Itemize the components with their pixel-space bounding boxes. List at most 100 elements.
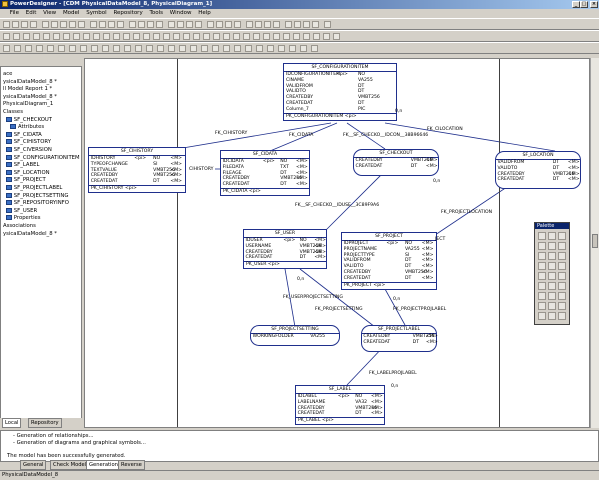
entity-projlabel[interactable]: SF_PROJECTLABEL CREATEDBY VMBT256 <M> CREATE…: [361, 325, 438, 352]
tree-item[interactable]: SF_LABEL: [5, 162, 39, 169]
palette-tool[interactable]: [558, 242, 566, 250]
toolbar-button[interactable]: [195, 21, 202, 28]
toolbar-button[interactable]: [143, 33, 150, 40]
toolbar-button[interactable]: [186, 21, 193, 28]
toolbar-button[interactable]: [264, 21, 271, 28]
palette-tool[interactable]: [538, 272, 546, 280]
tab-reverse[interactable]: Reverse: [118, 460, 145, 470]
menu-window[interactable]: Window: [170, 10, 192, 16]
relationship-label[interactable]: 0,n: [433, 179, 440, 184]
menu-view[interactable]: View: [43, 10, 56, 16]
palette-tool[interactable]: [558, 302, 566, 310]
relationship-label[interactable]: FK_PROJECTPROJLABEL: [393, 307, 446, 312]
tree-item[interactable]: Associations: [3, 223, 36, 230]
entity-hist[interactable]: SF_CIHISTORY IDHISTORY <pi> NO <M> TYPEOFCHAN…: [88, 147, 186, 193]
toolbar-button[interactable]: [163, 33, 170, 40]
toolbar-button[interactable]: [234, 21, 241, 28]
toolbar-button[interactable]: [273, 33, 280, 40]
toolbar-button[interactable]: [333, 33, 340, 40]
tree-item[interactable]: SF_LOCATION: [5, 169, 50, 177]
relationship-label[interactable]: 0,n: [393, 297, 400, 302]
entity-project[interactable]: SF_PROJECT IDPROJECT <pi> NO <M> PROJECTNAME V…: [341, 232, 437, 290]
palette-tool[interactable]: [538, 262, 546, 270]
close-button[interactable]: ×: [590, 1, 598, 8]
toolbar-button[interactable]: [213, 33, 220, 40]
menu-repository[interactable]: Repository: [113, 10, 142, 16]
relationship-label[interactable]: 0,n: [391, 384, 398, 389]
palette-tool[interactable]: [558, 252, 566, 260]
tab-generation[interactable]: Generation: [86, 460, 121, 470]
palette-tool[interactable]: [538, 282, 546, 290]
toolbar-button[interactable]: [23, 33, 30, 40]
toolbar-button[interactable]: [91, 45, 98, 52]
toolbar-button[interactable]: [216, 21, 223, 28]
toolbar-button[interactable]: [13, 33, 20, 40]
toolbar-button[interactable]: [255, 21, 262, 28]
toolbar-button[interactable]: [234, 45, 241, 52]
palette-tool[interactable]: [548, 262, 556, 270]
palette-tool[interactable]: [558, 262, 566, 270]
toolbar-button[interactable]: [193, 33, 200, 40]
tree-item[interactable]: SF_CIHISTORY: [5, 139, 51, 146]
palette-tool[interactable]: [558, 272, 566, 280]
toolbar-button[interactable]: [147, 21, 154, 28]
relationship-label[interactable]: CIHISTORY: [189, 167, 213, 172]
diagram-canvas[interactable]: SF_CONFIGURATIONITEM IDCONFIGURATIONITEM <…: [84, 58, 590, 428]
palette-window[interactable]: Palette: [534, 222, 570, 325]
menu-tools[interactable]: Tools: [149, 10, 163, 16]
tree-item[interactable]: SF_PROJECTSETTING: [5, 192, 68, 200]
tree-item[interactable]: SF_REPOSITORYINFO: [5, 200, 69, 207]
tab-general[interactable]: General: [20, 460, 47, 470]
tree-item[interactable]: ysicalDataModel_8 *: [3, 231, 57, 238]
relationship-label[interactable]: FK_CIDATA: [289, 133, 313, 138]
toolbar-button[interactable]: [108, 21, 115, 28]
relationship-label[interactable]: 0,n: [395, 109, 402, 114]
toolbar-button[interactable]: [83, 33, 90, 40]
toolbar-button[interactable]: [313, 33, 320, 40]
toolbar-button[interactable]: [203, 33, 210, 40]
toolbar-button[interactable]: [12, 21, 19, 28]
toolbar-button[interactable]: [129, 21, 136, 28]
toolbar-button[interactable]: [14, 45, 21, 52]
relationship-label[interactable]: 0,n: [297, 277, 304, 282]
tab-local[interactable]: Local: [2, 418, 22, 428]
tree-item[interactable]: ysicalDataModel_8 *: [3, 79, 57, 86]
toolbar-button[interactable]: [267, 45, 274, 52]
toolbar-button[interactable]: [289, 45, 296, 52]
menu-file[interactable]: File: [10, 10, 19, 16]
toolbar-button[interactable]: [113, 33, 120, 40]
toolbar-button[interactable]: [243, 33, 250, 40]
toolbar-button[interactable]: [69, 21, 76, 28]
menu-help[interactable]: Help: [198, 10, 211, 16]
relationship-label[interactable]: FK_USERPROJECTSETTING: [283, 295, 343, 300]
object-browser[interactable]: ace ysicalDataModel_8 * ll Model Report 1 …: [0, 66, 82, 426]
entity-cfg[interactable]: SF_CONFIGURATIONITEM IDCONFIGURATIONITEM <…: [283, 63, 397, 121]
tree-item[interactable]: PhysicalDiagram_1: [3, 101, 53, 108]
toolbar-button[interactable]: [69, 45, 76, 52]
toolbar-button[interactable]: [123, 33, 130, 40]
toolbar-button[interactable]: [312, 21, 319, 28]
toolbar-button[interactable]: [179, 45, 186, 52]
toolbar-button[interactable]: [246, 21, 253, 28]
toolbar-button[interactable]: [294, 21, 301, 28]
toolbar-button[interactable]: [212, 45, 219, 52]
toolbar-button[interactable]: [283, 33, 290, 40]
tree-item[interactable]: SF_CHECKOUT: [5, 116, 52, 124]
toolbar-button[interactable]: [285, 21, 292, 28]
tree-item[interactable]: ace: [3, 71, 12, 78]
toolbar-button[interactable]: [3, 21, 10, 28]
tab-check-model[interactable]: Check Model: [50, 460, 90, 470]
menu-edit[interactable]: Edit: [26, 10, 37, 16]
relationship-label[interactable]: FK__SF_CHECKO__IDUSE__3C89F9A6: [295, 203, 379, 208]
palette-tool[interactable]: [548, 282, 556, 290]
toolbar-button[interactable]: [33, 33, 40, 40]
palette-tool[interactable]: [548, 312, 556, 320]
toolbar-button[interactable]: [51, 21, 58, 28]
toolbar-button[interactable]: [135, 45, 142, 52]
toolbar-button[interactable]: [253, 33, 260, 40]
tab-repository[interactable]: Repository: [28, 418, 62, 428]
toolbar-button[interactable]: [207, 21, 214, 28]
maximize-button[interactable]: □: [580, 1, 588, 8]
toolbar-button[interactable]: [201, 45, 208, 52]
toolbar-button[interactable]: [256, 45, 263, 52]
